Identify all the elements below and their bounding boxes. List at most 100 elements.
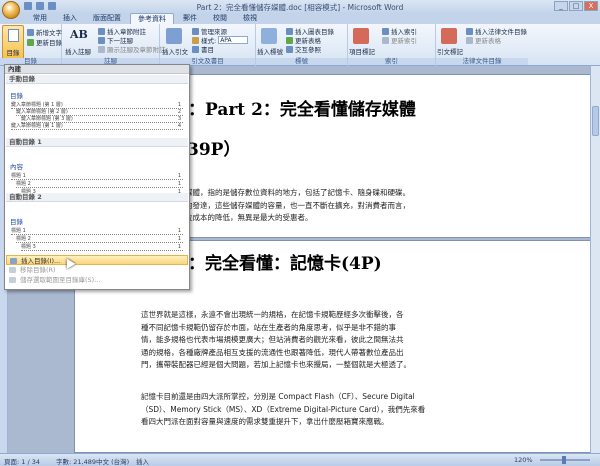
show-notes-icon: [98, 45, 105, 53]
insert-citation-button[interactable]: 插入引文: [162, 46, 188, 56]
bibliography-label: 書目: [201, 46, 214, 54]
zoom-level[interactable]: 120%: [514, 456, 533, 464]
tab-view[interactable]: 檢視: [236, 13, 264, 24]
mark-citation-button[interactable]: 引文標記: [437, 46, 463, 56]
update-toc-label: 更新目錄: [36, 39, 62, 47]
remove-toc-icon: [9, 267, 16, 273]
add-text-icon: [27, 28, 34, 36]
bibliography-icon: [192, 45, 199, 53]
update-index-button[interactable]: 更新索引: [382, 35, 417, 45]
toc-line-number: 1: [177, 236, 181, 242]
show-notes-button[interactable]: 顯示註腳及章節附註: [98, 44, 166, 54]
refresh-icon: [286, 36, 293, 44]
language-indicator[interactable]: 中文 (台灣): [96, 456, 129, 466]
office-button[interactable]: [2, 1, 20, 19]
update-toc-button[interactable]: 更新目錄: [27, 37, 62, 47]
toc-button[interactable]: 目錄: [2, 25, 24, 60]
index-group: 項目標記 插入索引 更新索引 索引: [348, 24, 436, 66]
toc-line-text: 標題 1: [11, 173, 26, 179]
insert-citation-label: 插入引文: [162, 48, 188, 56]
citation-icon: [166, 28, 182, 44]
toc-preview-line: 標題 1 1: [11, 229, 183, 235]
save-selection-icon: [9, 277, 16, 283]
maximize-button[interactable]: □: [569, 1, 583, 11]
add-text-button[interactable]: 新增文字: [27, 27, 62, 37]
bibliography-button[interactable]: 書目: [192, 44, 214, 54]
update-authorities-button[interactable]: 更新表格: [466, 35, 501, 45]
toc-preview: 目錄 鍵入章節標題 (第 1 層) 1 鍵入章節標題 (第 2 層) 2 鍵入章節標…: [6, 84, 188, 136]
insert-toc-menu-item[interactable]: 插入目錄(I)...: [6, 255, 188, 265]
refresh-icon: [27, 38, 34, 46]
insert-footnote-label: 插入註腳: [65, 48, 91, 56]
toc-line-number: 2: [177, 109, 181, 115]
index-group-label: 索引: [348, 58, 435, 65]
toc-line-number: 3: [177, 116, 181, 122]
citations-group: 插入引文 管理來源 樣式: APA 書目 引文及書目: [160, 24, 256, 66]
remove-toc-menu-item[interactable]: 移除目錄(R): [6, 265, 188, 275]
toc-line-number: 1: [177, 173, 181, 179]
window-controls: _ □ X: [554, 1, 598, 11]
toc-dropdown-menu: 插入目錄(I)... 移除目錄(R) 儲存選取範圍至目錄庫(S)...: [6, 255, 188, 285]
page-count[interactable]: 頁面: 1 / 34: [4, 456, 40, 466]
toc-line-number: 4: [177, 123, 181, 129]
update-authorities-label: 更新表格: [475, 37, 501, 45]
toc-line-text: 標題 2: [16, 181, 31, 187]
toc-line-text: 標題 3: [21, 244, 36, 250]
style-dropdown[interactable]: APA: [218, 36, 249, 44]
window-title: Part 2：完全看懂儲存媒體.doc [相容模式] - Microsoft W…: [196, 3, 404, 12]
captions-group: 插入標號 插入圖表目錄 更新表格 交互參照 標號: [256, 24, 348, 66]
sources-icon: [192, 27, 199, 35]
insert-mode-indicator[interactable]: 插入: [136, 456, 149, 466]
tab-review[interactable]: 校閱: [206, 13, 234, 24]
tab-page-layout[interactable]: 版面配置: [86, 13, 128, 24]
footnotes-group: AB 插入註腳 插入章節附註 下一註腳 顯示註腳及章節附註 註腳: [62, 24, 166, 66]
toc-line-text: 標題 2: [16, 236, 31, 242]
remove-toc-label: 移除目錄(R): [20, 266, 56, 274]
toc-line-number: 1: [177, 228, 181, 234]
next-footnote-icon: [98, 36, 105, 44]
scrollbar-thumb[interactable]: [592, 106, 599, 136]
title-bar: Part 2：完全看懂儲存媒體.doc [相容模式] - Microsoft W…: [0, 0, 600, 13]
ribbon-tabs: 常用 插入 版面配置 參考資料 郵件 校閱 檢視: [0, 13, 600, 24]
close-button[interactable]: X: [584, 1, 598, 11]
mark-entry-button[interactable]: 項目標記: [349, 46, 375, 56]
page2-paragraph-2: 記憶卡目前還是由四大派所掌控，分別是 Compact Flash（CF）、Sec…: [141, 392, 426, 426]
toc-line-text: 鍵入章節標題 (第 2 層): [16, 109, 68, 115]
page2-heading: 標：完全看懂：記憶卡(4P): [171, 254, 382, 274]
refresh-icon: [382, 36, 389, 44]
insert-footnote-button[interactable]: 插入註腳: [65, 46, 91, 56]
authorities-icon: [466, 27, 473, 35]
vertical-scrollbar[interactable]: [590, 66, 600, 453]
tab-insert[interactable]: 插入: [56, 13, 84, 24]
cross-reference-button[interactable]: 交互參照: [286, 44, 321, 54]
save-selection-label: 儲存選取範圍至目錄庫(S)...: [20, 276, 101, 284]
toc-option-title: 自動目錄 1: [6, 138, 188, 147]
page1-heading-continued: 39P）: [187, 140, 241, 160]
toc-dropdown: 內建 手動目錄 目錄 鍵入章節標題 (第 1 層) 1 鍵入章節標題 (第 2 層…: [4, 64, 190, 290]
mark-entry-icon: [353, 28, 369, 44]
toc-option-automatic-2[interactable]: 自動目錄 2 目錄 標題 1 1 標題 2 1 標題 3 1: [6, 193, 188, 257]
toc-line-text: 鍵入章節標題 (第 3 層): [21, 116, 73, 122]
save-selection-to-gallery-menu-item[interactable]: 儲存選取範圍至目錄庫(S)...: [6, 275, 188, 285]
insert-toc-icon: [10, 258, 17, 264]
cross-reference-label: 交互參照: [295, 46, 321, 54]
word-count[interactable]: 字數: 21,489: [56, 456, 96, 466]
toc-option-manual[interactable]: 手動目錄 目錄 鍵入章節標題 (第 1 層) 1 鍵入章節標題 (第 2 層) 2 …: [6, 75, 188, 137]
refresh-icon: [466, 36, 473, 44]
toc-preview-line: 鍵入章節標題 (第 1 層) 4: [11, 124, 183, 130]
caption-icon: [261, 28, 277, 44]
toc-option-title: 手動目錄: [6, 75, 188, 84]
mark-entry-label: 項目標記: [349, 48, 375, 56]
tab-home[interactable]: 常用: [26, 13, 54, 24]
toc-preview-heading: 目錄: [10, 218, 23, 226]
add-text-label: 新增文字: [36, 29, 62, 37]
toc-preview-heading: 內容: [10, 163, 23, 171]
toc-option-title: 自動目錄 2: [6, 193, 188, 202]
insert-caption-button[interactable]: 插入標號: [257, 46, 283, 56]
minimize-button[interactable]: _: [554, 1, 568, 11]
tab-references[interactable]: 參考資料: [130, 13, 174, 24]
table-of-figures-icon: [286, 27, 293, 35]
tab-mailings[interactable]: 郵件: [176, 13, 204, 24]
mark-citation-icon: [441, 28, 457, 44]
zoom-slider-handle[interactable]: [562, 456, 566, 464]
